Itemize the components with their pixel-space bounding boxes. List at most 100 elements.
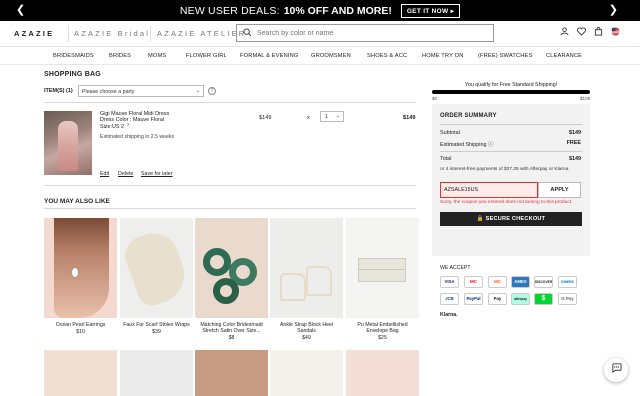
party-select-value: Please choose a party bbox=[82, 89, 135, 95]
azazie-bridal-logo[interactable]: AZAZIE Bridal bbox=[74, 29, 150, 38]
product-size: Size:US 2 bbox=[100, 123, 124, 130]
product-name[interactable]: Pu Metal Embellished Envelope Bag bbox=[346, 322, 419, 334]
product-card[interactable]: Matching Color Bridesmaid Stretch Satin … bbox=[195, 218, 268, 341]
nav-free-swatches[interactable]: (FREE) SWATCHES bbox=[478, 53, 532, 59]
afterpay-icon: afterpay bbox=[511, 293, 530, 305]
product-image[interactable] bbox=[346, 350, 419, 396]
edit-link[interactable]: Edit bbox=[100, 171, 109, 177]
delete-link[interactable]: Delete bbox=[118, 171, 133, 177]
product-image[interactable] bbox=[120, 350, 193, 396]
product-image[interactable] bbox=[44, 218, 117, 318]
main-nav: BRIDESMAIDS BRIDES MOMS FLOWER GIRL FORM… bbox=[0, 48, 640, 65]
heart-icon[interactable] bbox=[577, 27, 586, 38]
total-label: Total bbox=[440, 156, 452, 162]
nav-bridesmaids[interactable]: BRIDESMAIDS bbox=[53, 53, 94, 59]
shipping-label: Estimated Shipping ⓘ bbox=[440, 142, 494, 148]
search-input[interactable] bbox=[257, 29, 477, 37]
nav-home-try-on[interactable]: HOME TRY ON bbox=[422, 53, 463, 59]
azazie-atelier-logo[interactable]: AZAZIE ATELIER bbox=[157, 29, 246, 38]
product-image[interactable] bbox=[120, 218, 193, 318]
nav-moms[interactable]: MOMS bbox=[148, 53, 166, 59]
coupon-error: Sorry, the coupon you entered does not b… bbox=[440, 200, 573, 205]
product-info: Gigi Mauve Floral Midi Dress Dress Color… bbox=[100, 111, 180, 130]
items-bar: ITEM(S) (1) Please choose a party ⌄ ? bbox=[44, 85, 416, 98]
product-image[interactable] bbox=[346, 218, 419, 318]
apply-button[interactable]: APPLY bbox=[538, 182, 581, 198]
promo-next-icon[interactable]: ❯ bbox=[609, 3, 618, 16]
recommendations-title: YOU MAY ALSO LIKE bbox=[44, 198, 110, 205]
progress-min: $0 bbox=[432, 96, 438, 101]
divider bbox=[440, 151, 582, 152]
product-name[interactable]: Ankle Strap Block Heel Sandals bbox=[270, 322, 343, 334]
promo-offer: 10% OFF AND MORE! bbox=[283, 4, 392, 17]
cart-icon[interactable] bbox=[594, 27, 603, 38]
product-image[interactable] bbox=[44, 111, 92, 175]
chevron-down-icon: ⌄ bbox=[195, 88, 200, 94]
coupon-input[interactable]: AZSALE15US bbox=[440, 182, 538, 198]
chevron-right-icon[interactable]: › bbox=[127, 122, 129, 128]
search-box[interactable] bbox=[236, 24, 494, 42]
sandal-graphic bbox=[280, 273, 306, 301]
installments-text: or 4 interest-free payments of $37.25 wi… bbox=[440, 167, 570, 172]
mastercard-icon: MC bbox=[464, 276, 483, 288]
discover-icon: DISCOVER bbox=[534, 276, 553, 288]
product-card[interactable]: Ankle Strap Block Heel Sandals $49 bbox=[270, 218, 343, 341]
shipping-value: FREE bbox=[566, 140, 581, 146]
divider bbox=[68, 26, 69, 42]
user-icon[interactable] bbox=[560, 27, 569, 38]
nav-formal-evening[interactable]: FORMAL & EVENING bbox=[240, 53, 298, 59]
diners-icon: DINERS bbox=[558, 276, 577, 288]
scrunchie-graphic bbox=[203, 248, 231, 276]
chat-icon[interactable] bbox=[604, 358, 628, 382]
visa-icon: VISA bbox=[440, 276, 459, 288]
product-image[interactable] bbox=[195, 350, 268, 396]
divider bbox=[44, 208, 416, 209]
search-icon[interactable] bbox=[243, 27, 252, 39]
klarna-logo: Klarna. bbox=[440, 312, 458, 318]
shipping-progress-bar bbox=[432, 90, 590, 94]
amex-icon: AMEX bbox=[511, 276, 530, 288]
fur-graphic bbox=[120, 226, 193, 310]
save-for-later-link[interactable]: Save for later bbox=[141, 171, 173, 177]
product-image[interactable] bbox=[270, 350, 343, 396]
progress-max: $109 bbox=[580, 96, 591, 101]
nav-shoes-acc[interactable]: SHOES & ACC bbox=[367, 53, 407, 59]
us-flag-icon[interactable] bbox=[611, 27, 620, 38]
nav-clearance[interactable]: CLEARANCE bbox=[546, 53, 582, 59]
product-price: $8 bbox=[228, 335, 235, 342]
product-card[interactable]: Pu Metal Embellished Envelope Bag $25 bbox=[346, 218, 419, 341]
party-select[interactable]: Please choose a party ⌄ bbox=[78, 85, 204, 97]
secure-checkout-button[interactable]: 🔒 SECURE CHECKOUT bbox=[440, 212, 582, 226]
quantity-select[interactable]: 1 ⌄ bbox=[320, 111, 344, 122]
item-price: $149 bbox=[259, 115, 272, 121]
promo-prev-icon[interactable]: ❮ bbox=[16, 3, 25, 16]
model-graphic bbox=[54, 218, 109, 318]
product-card[interactable]: Ocean Pearl Earrings $10 bbox=[44, 218, 117, 335]
get-it-now-button[interactable]: GET IT NOW ▸ bbox=[400, 3, 461, 18]
nav-groomsmen[interactable]: GROOMSMEN bbox=[311, 53, 351, 59]
apple-pay-icon: Pay bbox=[488, 293, 507, 305]
summary-title: ORDER SUMMARY bbox=[440, 113, 497, 119]
azazie-logo[interactable]: AZAZIE bbox=[14, 29, 54, 38]
help-icon[interactable]: ? bbox=[208, 87, 216, 95]
pearl-graphic bbox=[72, 268, 78, 277]
site-header: AZAZIE AZAZIE Bridal AZAZIE ATELIER bbox=[0, 21, 640, 47]
nav-brides[interactable]: BRIDES bbox=[109, 53, 131, 59]
we-accept-title: WE ACCEPT bbox=[440, 265, 471, 271]
product-name[interactable]: Matching Color Bridesmaid Stretch Satin … bbox=[195, 322, 268, 334]
product-name[interactable]: Ocean Pearl Earrings bbox=[44, 322, 117, 328]
item-total: $149 bbox=[403, 115, 416, 121]
product-image[interactable] bbox=[270, 218, 343, 318]
product-card[interactable]: Faux Fur Scarf Stoles Wraps $39 bbox=[120, 218, 193, 335]
product-image[interactable] bbox=[195, 218, 268, 318]
product-name[interactable]: Faux Fur Scarf Stoles Wraps bbox=[120, 322, 193, 328]
jcb-icon: JCB bbox=[440, 293, 459, 305]
google-pay-icon: G Pay bbox=[558, 293, 577, 305]
nav-flower-girl[interactable]: FLOWER GIRL bbox=[186, 53, 227, 59]
dress-graphic bbox=[58, 121, 78, 171]
product-image[interactable] bbox=[44, 350, 117, 396]
product-price: $25 bbox=[378, 335, 387, 342]
estimated-shipping: Estimated shipping in 2.5 weeks bbox=[100, 134, 175, 140]
chevron-down-icon: ⌄ bbox=[335, 113, 340, 119]
sandal-graphic bbox=[306, 266, 332, 296]
